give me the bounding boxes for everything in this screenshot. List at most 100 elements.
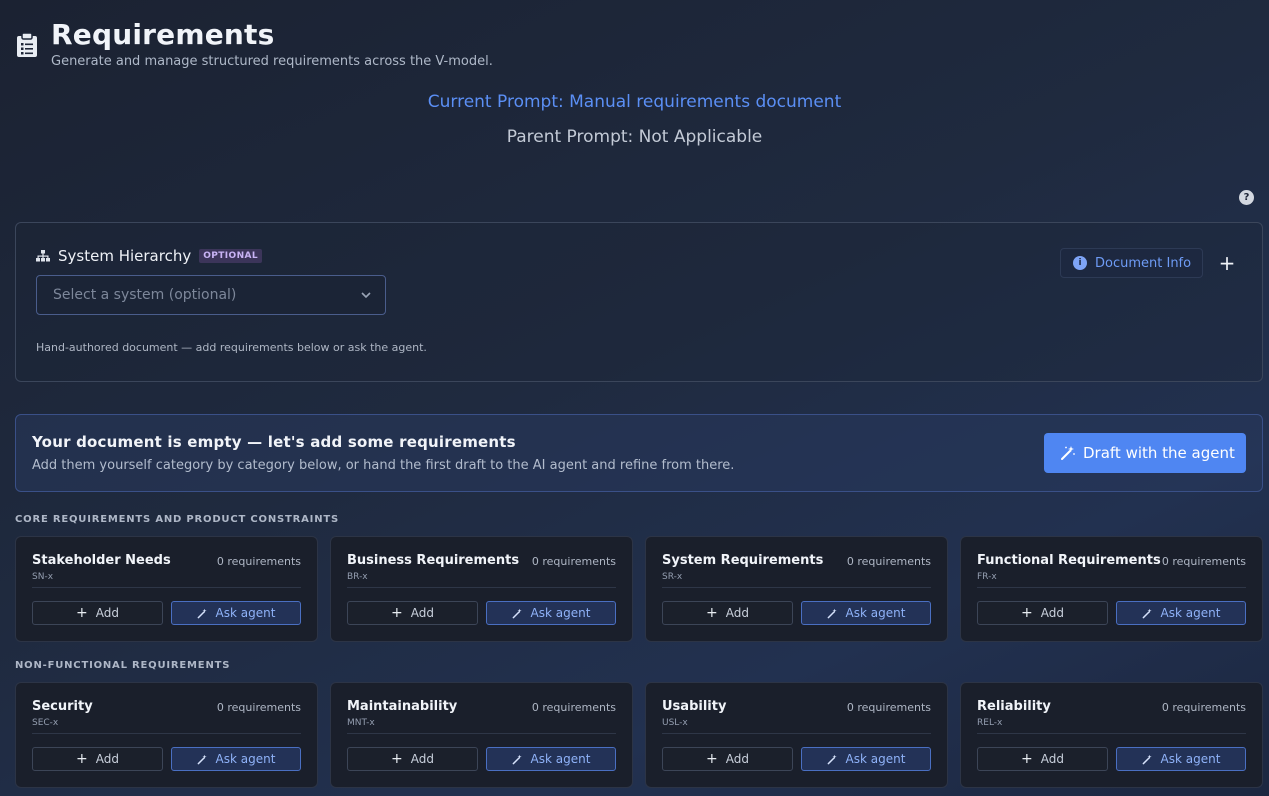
magic-wand-icon bbox=[512, 754, 522, 764]
empty-state-description: Add them yourself category by category b… bbox=[32, 458, 735, 473]
category-card-security: Security 0 requirements SEC-x + Add Ask a… bbox=[15, 682, 318, 788]
card-title: Stakeholder Needs bbox=[32, 553, 171, 568]
card-divider bbox=[977, 587, 1246, 588]
card-count: 0 requirements bbox=[216, 555, 301, 568]
ask-agent-button[interactable]: Ask agent bbox=[486, 747, 616, 771]
draft-with-agent-button[interactable]: Draft with the agent bbox=[1044, 433, 1246, 473]
card-divider bbox=[347, 587, 616, 588]
category-card-maintainability: Maintainability 0 requirements MNT-x + Ad… bbox=[330, 682, 633, 788]
info-icon: i bbox=[1073, 256, 1087, 270]
system-hierarchy-title: System Hierarchy bbox=[58, 247, 192, 265]
plus-icon: + bbox=[391, 605, 403, 621]
add-button[interactable]: + Add bbox=[32, 747, 163, 771]
clipboard-icon bbox=[17, 32, 37, 57]
current-prompt[interactable]: Current Prompt: Manual requirements docu… bbox=[0, 92, 1269, 112]
chevron-down-icon bbox=[361, 292, 371, 299]
empty-state-title: Your document is empty — let's add some … bbox=[32, 433, 516, 451]
document-info-button[interactable]: i Document Info bbox=[1060, 248, 1203, 278]
add-label: Add bbox=[95, 606, 119, 620]
parent-prompt: Parent Prompt: Not Applicable bbox=[506, 127, 763, 147]
add-document-button[interactable]: + bbox=[1216, 252, 1238, 274]
ask-agent-button[interactable]: Ask agent bbox=[171, 601, 301, 625]
ask-agent-label: Ask agent bbox=[530, 606, 591, 620]
plus-icon: + bbox=[76, 751, 88, 767]
plus-icon: + bbox=[1021, 605, 1033, 621]
card-count: 0 requirements bbox=[846, 555, 931, 568]
ask-agent-label: Ask agent bbox=[215, 752, 276, 766]
card-prefix: SN-x bbox=[32, 572, 54, 582]
ask-agent-button[interactable]: Ask agent bbox=[171, 747, 301, 771]
category-card-system-requirements: System Requirements 0 requirements SR-x … bbox=[645, 536, 948, 642]
plus-icon: + bbox=[391, 751, 403, 767]
section-label-non-functional: NON-FUNCTIONAL REQUIREMENTS bbox=[15, 660, 231, 671]
card-row-core: Stakeholder Needs 0 requirements SN-x + A… bbox=[15, 536, 1263, 642]
card-divider bbox=[662, 733, 931, 734]
category-card-stakeholder-needs: Stakeholder Needs 0 requirements SN-x + A… bbox=[15, 536, 318, 642]
card-count: 0 requirements bbox=[216, 701, 301, 714]
add-button[interactable]: + Add bbox=[347, 747, 478, 771]
add-label: Add bbox=[1040, 752, 1064, 766]
ask-agent-button[interactable]: Ask agent bbox=[1116, 747, 1246, 771]
ask-agent-label: Ask agent bbox=[1160, 606, 1221, 620]
card-row-non-functional: Security 0 requirements SEC-x + Add Ask a… bbox=[15, 682, 1263, 788]
magic-wand-icon bbox=[512, 608, 522, 618]
card-prefix: SEC-x bbox=[32, 718, 59, 728]
add-label: Add bbox=[95, 752, 119, 766]
card-divider bbox=[32, 587, 301, 588]
magic-wand-icon bbox=[197, 608, 207, 618]
add-button[interactable]: + Add bbox=[662, 747, 793, 771]
category-card-business-requirements: Business Requirements 0 requirements BR-… bbox=[330, 536, 633, 642]
ask-agent-button[interactable]: Ask agent bbox=[801, 601, 931, 625]
card-divider bbox=[32, 733, 301, 734]
system-select[interactable]: Select a system (optional) bbox=[36, 275, 386, 315]
optional-badge: OPTIONAL bbox=[199, 249, 263, 263]
plus-icon: + bbox=[76, 605, 88, 621]
page-header: Requirements Generate and manage structu… bbox=[16, 18, 493, 69]
draft-with-agent-label: Draft with the agent bbox=[1083, 444, 1235, 462]
add-label: Add bbox=[410, 606, 434, 620]
plus-icon: + bbox=[706, 605, 718, 621]
card-count: 0 requirements bbox=[531, 555, 616, 568]
system-hierarchy-panel: System Hierarchy OPTIONAL Select a syste… bbox=[15, 222, 1263, 382]
card-prefix: USL-x bbox=[662, 718, 688, 728]
ask-agent-button[interactable]: Ask agent bbox=[486, 601, 616, 625]
add-button[interactable]: + Add bbox=[977, 747, 1108, 771]
add-label: Add bbox=[725, 752, 749, 766]
ask-agent-button[interactable]: Ask agent bbox=[1116, 601, 1246, 625]
category-card-functional-requirements: Functional Requirements 0 requirements F… bbox=[960, 536, 1263, 642]
empty-state-banner: Your document is empty — let's add some … bbox=[15, 414, 1263, 492]
card-divider bbox=[977, 733, 1246, 734]
card-divider bbox=[347, 733, 616, 734]
plus-icon: + bbox=[706, 751, 718, 767]
document-info-label: Document Info bbox=[1095, 255, 1192, 271]
card-title: Functional Requirements bbox=[977, 553, 1161, 568]
magic-wand-icon bbox=[1142, 608, 1152, 618]
ask-agent-label: Ask agent bbox=[845, 606, 906, 620]
add-button[interactable]: + Add bbox=[347, 601, 478, 625]
page-title: Requirements bbox=[51, 18, 275, 51]
card-title: Maintainability bbox=[347, 699, 458, 714]
hierarchy-icon bbox=[36, 250, 50, 262]
ask-agent-label: Ask agent bbox=[1160, 752, 1221, 766]
card-title: Usability bbox=[662, 699, 727, 714]
card-title: Business Requirements bbox=[347, 553, 520, 568]
card-count: 0 requirements bbox=[846, 701, 931, 714]
hierarchy-note: Hand-authored document — add requirement… bbox=[36, 341, 427, 354]
section-label-core: CORE REQUIREMENTS AND PRODUCT CONSTRAINT… bbox=[15, 514, 339, 525]
card-prefix: BR-x bbox=[347, 572, 368, 582]
card-title: Reliability bbox=[977, 699, 1051, 714]
ask-agent-button[interactable]: Ask agent bbox=[801, 747, 931, 771]
card-title: System Requirements bbox=[662, 553, 824, 568]
help-icon[interactable]: ? bbox=[1239, 190, 1254, 205]
magic-wand-icon bbox=[197, 754, 207, 764]
add-button[interactable]: + Add bbox=[977, 601, 1108, 625]
plus-icon: + bbox=[1021, 751, 1033, 767]
magic-wand-icon bbox=[1142, 754, 1152, 764]
ask-agent-label: Ask agent bbox=[530, 752, 591, 766]
card-title: Security bbox=[32, 699, 93, 714]
system-hierarchy-header: System Hierarchy OPTIONAL bbox=[36, 247, 263, 265]
add-button[interactable]: + Add bbox=[662, 601, 793, 625]
add-button[interactable]: + Add bbox=[32, 601, 163, 625]
ask-agent-label: Ask agent bbox=[845, 752, 906, 766]
card-prefix: FR-x bbox=[977, 572, 997, 582]
